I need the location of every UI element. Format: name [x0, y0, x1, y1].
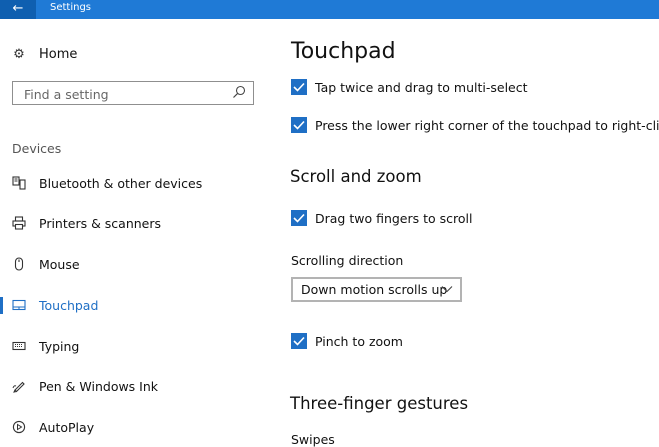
- sidebar-item-pen[interactable]: Pen & Windows Ink: [0, 371, 272, 401]
- autoplay-icon: [12, 420, 26, 434]
- checkbox-checked-icon[interactable]: [291, 117, 307, 133]
- sidebar-item-autoplay[interactable]: AutoPlay: [0, 412, 272, 442]
- sidebar-item-label: Printers & scanners: [39, 215, 162, 231]
- chevron-down-icon: [441, 286, 453, 293]
- main-content: Touchpad Tap twice and drag to multi-sel…: [272, 19, 659, 447]
- sidebar-item-touchpad[interactable]: Touchpad: [0, 290, 272, 320]
- sidebar-item-printers[interactable]: Printers & scanners: [0, 208, 272, 238]
- drag-scroll-label: Drag two fingers to scroll: [315, 210, 473, 226]
- keyboard-icon: [12, 339, 26, 353]
- scrolling-direction-dropdown[interactable]: Down motion scrolls up: [291, 277, 462, 302]
- search-input[interactable]: [22, 85, 226, 103]
- three-finger-heading: Three-finger gestures: [290, 394, 469, 413]
- section-label-devices: Devices: [12, 141, 62, 156]
- pen-icon: [12, 379, 26, 393]
- scroll-zoom-heading: Scroll and zoom: [290, 167, 422, 186]
- home-nav-item[interactable]: ⚙ Home: [12, 45, 77, 63]
- tap-drag-checkbox[interactable]: Tap twice and drag to multi-select: [291, 78, 528, 96]
- sidebar: ⚙ Home Devices Bluetooth & other devices: [0, 19, 272, 446]
- sidebar-item-typing[interactable]: Typing: [0, 331, 272, 361]
- gear-icon: ⚙: [13, 46, 25, 62]
- sidebar-item-label: Bluetooth & other devices: [39, 175, 203, 191]
- right-click-label: Press the lower right corner of the touc…: [315, 117, 659, 133]
- home-label: Home: [39, 46, 78, 62]
- scrolling-direction-label: Scrolling direction: [291, 253, 404, 268]
- search-box[interactable]: [12, 81, 254, 105]
- search-icon[interactable]: [232, 85, 246, 99]
- swipes-label: Swipes: [291, 432, 335, 447]
- mouse-icon: [12, 257, 26, 271]
- right-click-checkbox[interactable]: Press the lower right corner of the touc…: [291, 116, 659, 134]
- title-bar: ← Settings: [0, 0, 659, 19]
- checkbox-checked-icon[interactable]: [291, 210, 307, 226]
- checkbox-checked-icon[interactable]: [291, 333, 307, 349]
- bluetooth-devices-icon: [12, 176, 26, 190]
- pinch-zoom-label: Pinch to zoom: [315, 333, 403, 349]
- printer-icon: [12, 216, 26, 230]
- sidebar-item-bluetooth[interactable]: Bluetooth & other devices: [0, 168, 272, 198]
- page-title: Touchpad: [291, 39, 396, 64]
- tap-drag-label: Tap twice and drag to multi-select: [315, 79, 528, 95]
- sidebar-item-label: Touchpad: [39, 297, 99, 313]
- sidebar-item-label: AutoPlay: [39, 419, 95, 435]
- sidebar-item-label: Mouse: [39, 256, 80, 272]
- back-button[interactable]: ←: [0, 0, 36, 19]
- touchpad-icon: [12, 298, 26, 312]
- dropdown-value: Down motion scrolls up: [301, 282, 448, 297]
- checkbox-checked-icon[interactable]: [291, 79, 307, 95]
- window-title: Settings: [50, 2, 92, 13]
- sidebar-item-mouse[interactable]: Mouse: [0, 249, 272, 279]
- sidebar-item-label: Pen & Windows Ink: [39, 378, 159, 394]
- drag-scroll-checkbox[interactable]: Drag two fingers to scroll: [291, 209, 473, 227]
- pinch-zoom-checkbox[interactable]: Pinch to zoom: [291, 332, 403, 350]
- sidebar-item-label: Typing: [39, 338, 80, 354]
- back-arrow-icon: ←: [12, 1, 24, 16]
